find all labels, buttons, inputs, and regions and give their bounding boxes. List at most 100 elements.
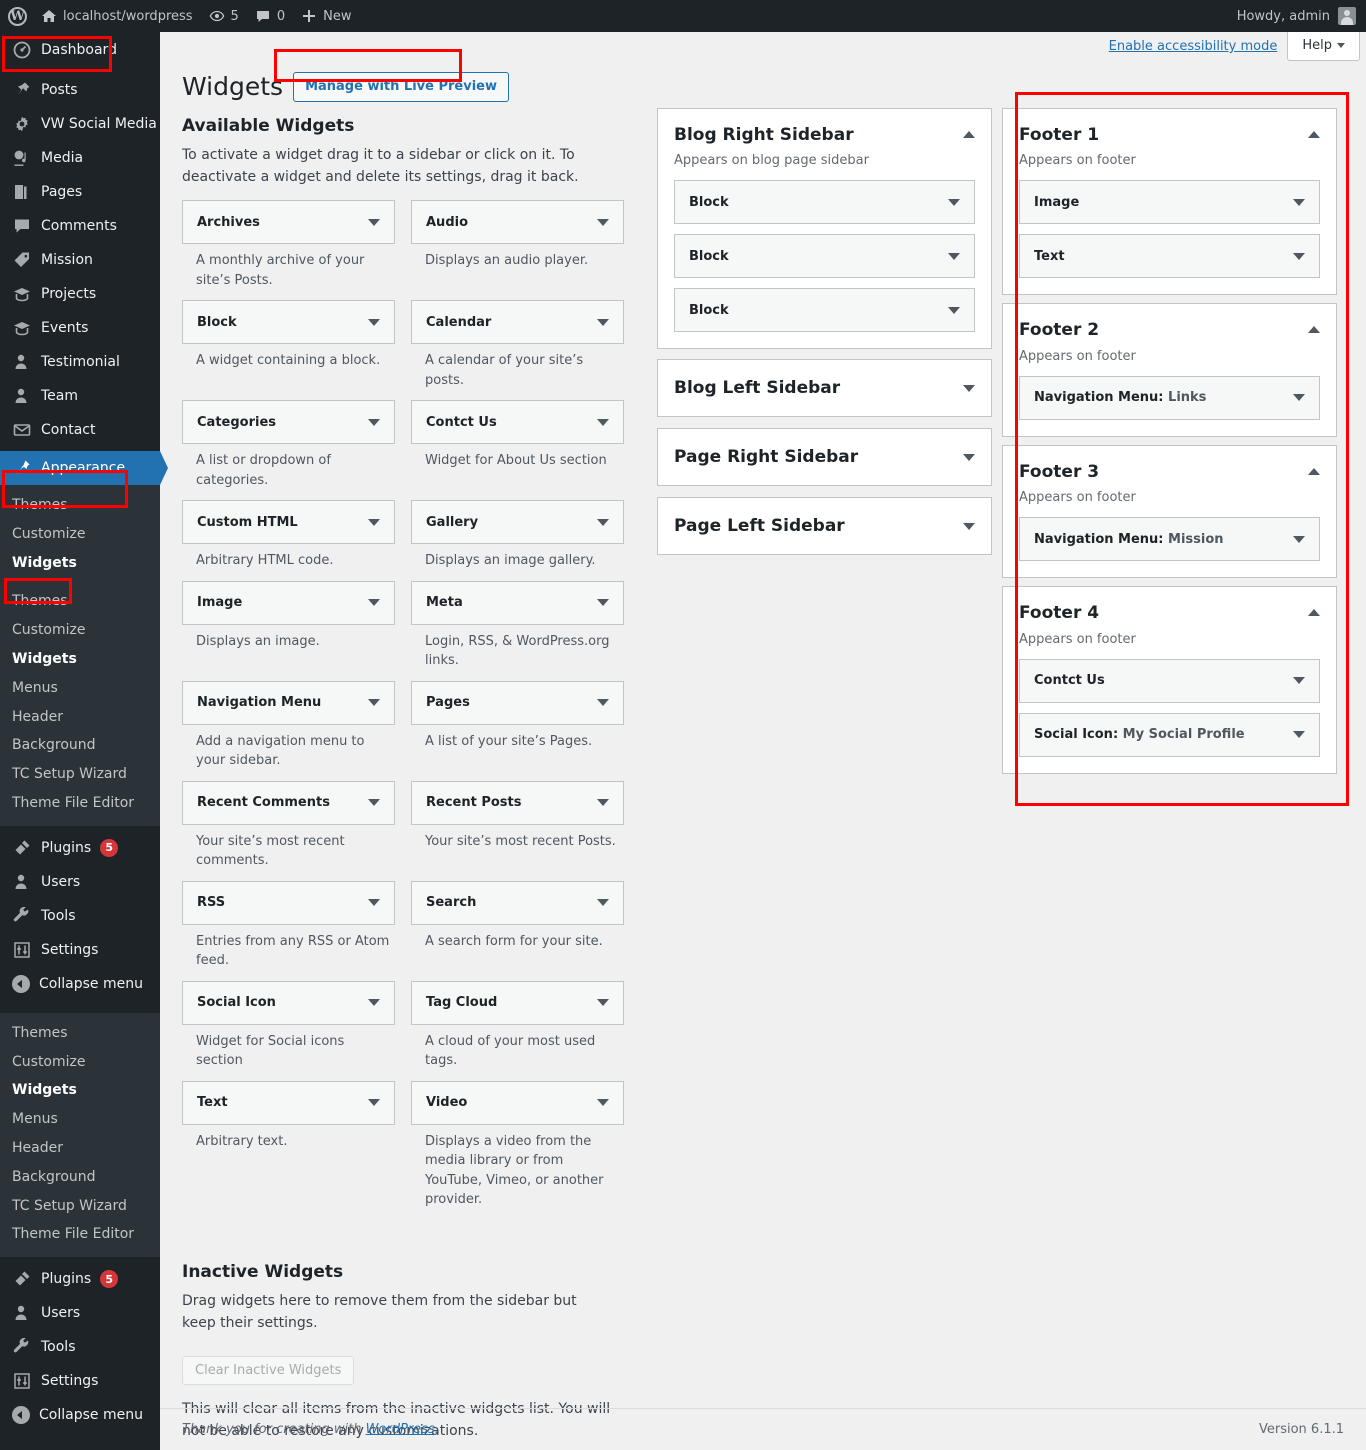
sidebar-item-collapse-menu[interactable]: Collapse menu bbox=[0, 1398, 160, 1432]
sidebar-item-team[interactable]: Team bbox=[0, 379, 160, 413]
sidebar-panel-blog-left-sidebar[interactable]: Blog Left Sidebar bbox=[657, 359, 992, 418]
panel-header[interactable]: Footer 2 bbox=[1003, 304, 1336, 340]
updates-menu[interactable]: 5 bbox=[201, 0, 247, 32]
sidebar-item-collapse-menu[interactable]: Collapse menu bbox=[0, 967, 160, 1001]
available-widget-video[interactable]: Video bbox=[411, 1080, 624, 1125]
assigned-widget-contct-us[interactable]: Contct Us bbox=[1019, 658, 1320, 703]
available-widget-navigation-menu[interactable]: Navigation Menu bbox=[182, 680, 395, 725]
chevron-down-icon[interactable] bbox=[948, 198, 960, 206]
assigned-widget-text[interactable]: Text bbox=[1019, 234, 1320, 279]
available-widget-meta[interactable]: Meta bbox=[411, 580, 624, 625]
sidebar-panel-page-right-sidebar[interactable]: Page Right Sidebar bbox=[657, 428, 992, 487]
sidebar-subitem-customize[interactable]: Customize bbox=[0, 616, 160, 645]
sidebar-subitem-customize[interactable]: Customize bbox=[0, 1048, 160, 1077]
sidebar-item-plugins[interactable]: Plugins 5 bbox=[0, 831, 160, 865]
available-widget-recent-comments[interactable]: Recent Comments bbox=[182, 780, 395, 825]
available-widget-custom-html[interactable]: Custom HTML bbox=[182, 500, 395, 545]
chevron-down-icon[interactable] bbox=[1293, 535, 1305, 543]
sidebar-subitem-tc-setup-wizard[interactable]: TC Setup Wizard bbox=[0, 760, 160, 789]
assigned-widget-navigation-menu-mission[interactable]: Navigation Menu: Mission bbox=[1019, 517, 1320, 562]
available-widget-recent-posts[interactable]: Recent Posts bbox=[411, 780, 624, 825]
sidebar-item-settings[interactable]: Settings bbox=[0, 1364, 160, 1398]
chevron-down-icon[interactable] bbox=[963, 522, 975, 530]
chevron-down-icon[interactable] bbox=[1293, 677, 1305, 685]
available-widget-rss[interactable]: RSS bbox=[182, 880, 395, 925]
sidebar-subitem-background[interactable]: Background bbox=[0, 731, 160, 760]
sidebar-panel-page-left-sidebar[interactable]: Page Left Sidebar bbox=[657, 497, 992, 556]
sidebar-subitem-widgets[interactable]: Widgets bbox=[0, 1076, 160, 1105]
sidebar-subitem-customize[interactable]: Customize bbox=[0, 520, 160, 549]
sidebar-item-testimonial[interactable]: Testimonial bbox=[0, 345, 160, 379]
sidebar-item-projects[interactable]: Projects bbox=[0, 277, 160, 311]
available-widget-search[interactable]: Search bbox=[411, 880, 624, 925]
sidebar-subitem-header[interactable]: Header bbox=[0, 1134, 160, 1163]
chevron-up-icon[interactable] bbox=[1308, 131, 1320, 138]
sidebar-item-vw-social-media[interactable]: VW Social Media bbox=[0, 107, 160, 141]
chevron-down-icon[interactable] bbox=[963, 453, 975, 461]
chevron-down-icon[interactable] bbox=[948, 252, 960, 260]
panel-header[interactable]: Footer 4 bbox=[1003, 587, 1336, 623]
sidebar-subitem-widgets[interactable]: Widgets bbox=[0, 645, 160, 674]
sidebar-item-tools[interactable]: Tools bbox=[0, 899, 160, 933]
clear-inactive-widgets-button[interactable]: Clear Inactive Widgets bbox=[182, 1356, 355, 1386]
available-widget-contct-us[interactable]: Contct Us bbox=[411, 400, 624, 445]
available-widget-image[interactable]: Image bbox=[182, 580, 395, 625]
sidebar-item-settings[interactable]: Settings bbox=[0, 933, 160, 967]
sidebar-item-comments[interactable]: Comments bbox=[0, 209, 160, 243]
sidebar-item-media[interactable]: Media bbox=[0, 141, 160, 175]
comments-menu[interactable]: 0 bbox=[247, 0, 293, 32]
chevron-down-icon[interactable] bbox=[1293, 252, 1305, 260]
wordpress-link[interactable]: WordPress bbox=[366, 1422, 435, 1437]
chevron-up-icon[interactable] bbox=[1308, 467, 1320, 475]
help-tab-button[interactable]: Help bbox=[1287, 32, 1360, 61]
sidebar-item-users[interactable]: Users bbox=[0, 1296, 160, 1330]
assigned-widget-social-icon[interactable]: Social Icon: My Social Profile bbox=[1019, 712, 1320, 757]
available-widget-gallery[interactable]: Gallery bbox=[411, 500, 624, 545]
available-widget-block[interactable]: Block bbox=[182, 300, 395, 345]
sidebar-subitem-background[interactable]: Background bbox=[0, 1163, 160, 1192]
chevron-up-icon[interactable] bbox=[963, 131, 975, 138]
assigned-widget-block[interactable]: Block bbox=[674, 288, 975, 333]
enable-accessibility-mode-link[interactable]: Enable accessibility mode bbox=[1109, 32, 1288, 53]
sidebar-item-plugins[interactable]: Plugins 5 bbox=[0, 1262, 160, 1296]
sidebar-item-users[interactable]: Users bbox=[0, 865, 160, 899]
my-account-menu[interactable]: Howdy, admin bbox=[1229, 0, 1366, 32]
chevron-down-icon[interactable] bbox=[948, 306, 960, 314]
sidebar-item-posts[interactable]: Posts bbox=[0, 73, 160, 107]
sidebar-subitem-header[interactable]: Header bbox=[0, 703, 160, 732]
sidebar-subitem-themes[interactable]: Themes bbox=[0, 587, 160, 616]
site-name-menu[interactable]: localhost/wordpress bbox=[33, 0, 201, 32]
available-widget-categories[interactable]: Categories bbox=[182, 400, 395, 445]
panel-header[interactable]: Page Right Sidebar bbox=[658, 429, 991, 485]
manage-with-live-preview-button[interactable]: Manage with Live Preview bbox=[293, 71, 509, 103]
wp-logo-menu[interactable]: W bbox=[0, 0, 33, 32]
sidebar-item-contact[interactable]: Contact bbox=[0, 413, 160, 447]
available-widget-text[interactable]: Text bbox=[182, 1080, 395, 1125]
sidebar-subitem-themes[interactable]: Themes bbox=[0, 1019, 160, 1048]
panel-header[interactable]: Blog Left Sidebar bbox=[658, 360, 991, 416]
sidebar-item-tools[interactable]: Tools bbox=[0, 1330, 160, 1364]
sidebar-item-events[interactable]: Events bbox=[0, 311, 160, 345]
panel-header[interactable]: Footer 3 bbox=[1003, 446, 1336, 482]
sidebar-item-pages[interactable]: Pages bbox=[0, 175, 160, 209]
chevron-down-icon[interactable] bbox=[1293, 731, 1305, 739]
sidebar-item-appearance[interactable]: Appearance bbox=[0, 451, 168, 485]
available-widget-social-icon[interactable]: Social Icon bbox=[182, 980, 395, 1025]
sidebar-subitem-theme-file-editor[interactable]: Theme File Editor bbox=[0, 1220, 160, 1249]
assigned-widget-block[interactable]: Block bbox=[674, 234, 975, 279]
available-widget-archives[interactable]: Archives bbox=[182, 200, 395, 245]
panel-header[interactable]: Page Left Sidebar bbox=[658, 498, 991, 554]
assigned-widget-block[interactable]: Block bbox=[674, 180, 975, 225]
sidebar-subitem-menus[interactable]: Menus bbox=[0, 674, 160, 703]
sidebar-subitem-menus[interactable]: Menus bbox=[0, 1105, 160, 1134]
chevron-down-icon[interactable] bbox=[963, 384, 975, 392]
chevron-down-icon[interactable] bbox=[1293, 198, 1305, 206]
available-widget-pages[interactable]: Pages bbox=[411, 680, 624, 725]
chevron-up-icon[interactable] bbox=[1308, 609, 1320, 617]
assigned-widget-navigation-menu-links[interactable]: Navigation Menu: Links bbox=[1019, 375, 1320, 420]
available-widget-audio[interactable]: Audio bbox=[411, 200, 624, 245]
new-content-menu[interactable]: New bbox=[293, 0, 359, 32]
sidebar-subitem-theme-file-editor[interactable]: Theme File Editor bbox=[0, 789, 160, 818]
sidebar-subitem-widgets[interactable]: Widgets bbox=[0, 549, 160, 578]
sidebar-item-dashboard[interactable]: Dashboard bbox=[0, 33, 160, 67]
